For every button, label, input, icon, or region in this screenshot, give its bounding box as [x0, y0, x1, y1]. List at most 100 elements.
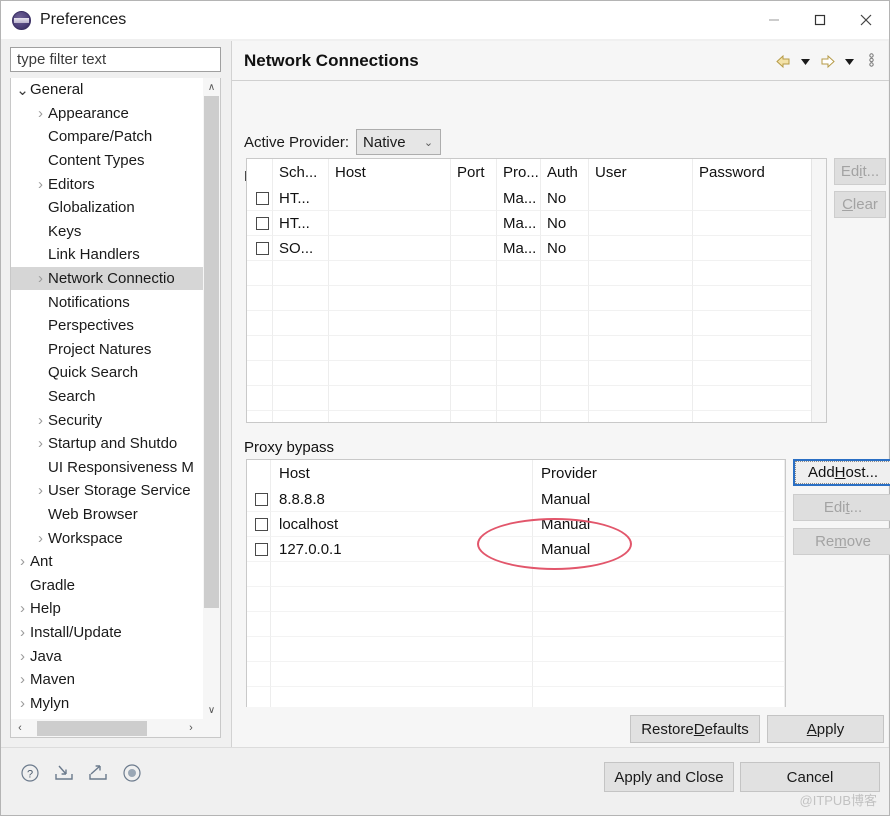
chevron-right-icon[interactable]: › [15, 648, 30, 665]
proxy-entries-column-header[interactable]: Auth [541, 159, 589, 186]
sidebar-item-user-storage-service[interactable]: › User Storage Service [11, 479, 204, 503]
chevron-right-icon[interactable]: › [33, 176, 48, 193]
sidebar-item-help[interactable]: › Help [11, 597, 204, 621]
proxy-bypass-body[interactable]: 8.8.8.8 Manual localhost Manual 127.0.0.1 Man… [247, 487, 785, 712]
sidebar-item-label: Mylyn [30, 694, 70, 712]
help-icon[interactable]: ? [19, 762, 41, 784]
cancel-button[interactable]: Cancel [740, 762, 880, 792]
sidebar-item-web-browser[interactable]: Web Browser [11, 503, 204, 527]
tree-vertical-scroll-thumb[interactable] [204, 96, 219, 608]
back-dropdown-icon[interactable] [795, 50, 815, 72]
proxy-entries-body[interactable]: HT... Ma... No HT... Ma... No SO... Ma... No [247, 186, 826, 422]
forward-dropdown-icon[interactable] [839, 50, 859, 72]
proxy-entries-column-header[interactable]: Sch... [273, 159, 329, 186]
close-button[interactable] [843, 1, 889, 39]
apply-and-close-button[interactable]: Apply and Close [604, 762, 734, 792]
scroll-down-icon[interactable]: ∨ [203, 701, 220, 719]
chevron-right-icon[interactable]: › [33, 412, 48, 429]
chevron-right-icon[interactable]: › [15, 553, 30, 570]
sidebar-item-appearance[interactable]: › Appearance [11, 102, 204, 126]
proxy-bypass-row[interactable]: localhost Manual [247, 512, 785, 537]
minimize-button[interactable] [751, 1, 797, 39]
row-checkbox[interactable] [255, 542, 268, 556]
sidebar-item-compare-patch[interactable]: Compare/Patch [11, 125, 204, 149]
record-icon[interactable] [121, 762, 143, 784]
sidebar-item-security[interactable]: › Security [11, 408, 204, 432]
sidebar-item-java[interactable]: › Java [11, 644, 204, 668]
chevron-right-icon[interactable]: › [15, 600, 30, 617]
chevron-right-icon[interactable]: › [33, 270, 48, 287]
apply-button[interactable]: Apply [767, 715, 884, 743]
proxy-bypass-column-header[interactable]: Host [271, 460, 533, 487]
preference-tree-list[interactable]: ⌄ General › Appearance Compare/Patch Content … [11, 78, 204, 719]
proxy-entries-column-header[interactable]: Password [693, 159, 826, 186]
proxy-entries-column-header[interactable]: Port [451, 159, 497, 186]
sidebar-item-maven[interactable]: › Maven [11, 668, 204, 692]
tree-horizontal-scrollbar[interactable]: ‹ › [11, 719, 220, 737]
sidebar-item-workspace[interactable]: › Workspace [11, 526, 204, 550]
sidebar-item-install-update[interactable]: › Install/Update [11, 621, 204, 645]
sidebar-item-notifications[interactable]: Notifications [11, 290, 204, 314]
proxy-entries-row[interactable]: HT... Ma... No [247, 211, 826, 236]
sidebar-item-content-types[interactable]: Content Types [11, 149, 204, 173]
chevron-right-icon[interactable]: › [33, 435, 48, 452]
view-menu-icon[interactable] [861, 50, 881, 72]
row-checkbox[interactable] [255, 492, 268, 506]
proxy-bypass-row[interactable]: 127.0.0.1 Manual [247, 537, 785, 562]
proxy-entries-table[interactable]: Sch... Host Port Pro... Auth User Password HT.… [246, 158, 827, 423]
chevron-right-icon[interactable]: › [33, 105, 48, 122]
chevron-right-icon[interactable]: › [33, 482, 48, 499]
sidebar-item-globalization[interactable]: Globalization [11, 196, 204, 220]
proxy-bypass-column-header[interactable] [247, 460, 271, 487]
sidebar-item-project-natures[interactable]: Project Natures [11, 338, 204, 362]
proxy-entries-column-header[interactable]: Host [329, 159, 451, 186]
row-checkbox[interactable] [256, 216, 269, 230]
proxy-bypass-column-header[interactable]: Provider [533, 460, 785, 487]
row-checkbox[interactable] [256, 241, 269, 255]
sidebar-item-mylyn[interactable]: › Mylyn [11, 691, 204, 715]
sidebar-item-ant[interactable]: › Ant [11, 550, 204, 574]
import-icon[interactable] [53, 762, 75, 784]
chevron-down-icon[interactable]: ⌄ [15, 81, 30, 99]
proxy-bypass-table[interactable]: Host Provider 8.8.8.8 Manual localhost Manua… [246, 459, 786, 739]
sidebar-item-editors[interactable]: › Editors [11, 172, 204, 196]
sidebar-item-quick-search[interactable]: Quick Search [11, 361, 204, 385]
back-arrow-icon[interactable] [773, 50, 793, 72]
sidebar-item-keys[interactable]: Keys [11, 220, 204, 244]
proxy-entries-row[interactable]: SO... Ma... No [247, 236, 826, 261]
proxy-entries-scrollbar[interactable] [811, 159, 826, 422]
tree-horizontal-scroll-thumb[interactable] [37, 721, 147, 736]
scroll-up-icon[interactable]: ∧ [203, 78, 220, 96]
chevron-right-icon[interactable]: › [15, 671, 30, 688]
proxy-entries-column-header[interactable]: Pro... [497, 159, 541, 186]
sidebar-item-perspectives[interactable]: Perspectives [11, 314, 204, 338]
proxy-entries-row[interactable]: HT... Ma... No [247, 186, 826, 211]
export-icon[interactable] [87, 762, 109, 784]
sidebar-item-startup-and-shutdo[interactable]: › Startup and Shutdo [11, 432, 204, 456]
proxy-entries-empty-cell [589, 261, 693, 286]
proxy-bypass-row[interactable]: 8.8.8.8 Manual [247, 487, 785, 512]
row-checkbox[interactable] [255, 517, 268, 531]
proxy-entries-empty-cell [273, 411, 329, 422]
sidebar-item-link-handlers[interactable]: Link Handlers [11, 243, 204, 267]
scroll-left-icon[interactable]: ‹ [11, 719, 29, 737]
maximize-button[interactable] [797, 1, 843, 39]
sidebar-item-ui-responsiveness-m[interactable]: UI Responsiveness M [11, 456, 204, 480]
add-host-button[interactable]: Add Host... [793, 459, 890, 486]
row-checkbox[interactable] [256, 191, 269, 205]
sidebar-item-gradle[interactable]: Gradle [11, 573, 204, 597]
sidebar-item-search[interactable]: Search [11, 385, 204, 409]
forward-arrow-icon[interactable] [817, 50, 837, 72]
restore-defaults-button[interactable]: Restore Defaults [630, 715, 760, 743]
sidebar-item-general[interactable]: ⌄ General [11, 78, 204, 102]
proxy-entries-column-header[interactable]: User [589, 159, 693, 186]
sidebar-item-network-connectio[interactable]: › Network Connectio [11, 266, 204, 291]
tree-vertical-scrollbar[interactable]: ∧ ∨ [203, 78, 220, 719]
proxy-entries-column-header[interactable] [247, 159, 273, 186]
chevron-right-icon[interactable]: › [33, 530, 48, 547]
chevron-right-icon[interactable]: › [15, 695, 30, 712]
chevron-right-icon[interactable]: › [15, 624, 30, 641]
scroll-right-icon[interactable]: › [182, 719, 200, 737]
filter-input[interactable]: type filter text [10, 47, 221, 72]
active-provider-select[interactable]: Native ⌄ [356, 129, 442, 155]
